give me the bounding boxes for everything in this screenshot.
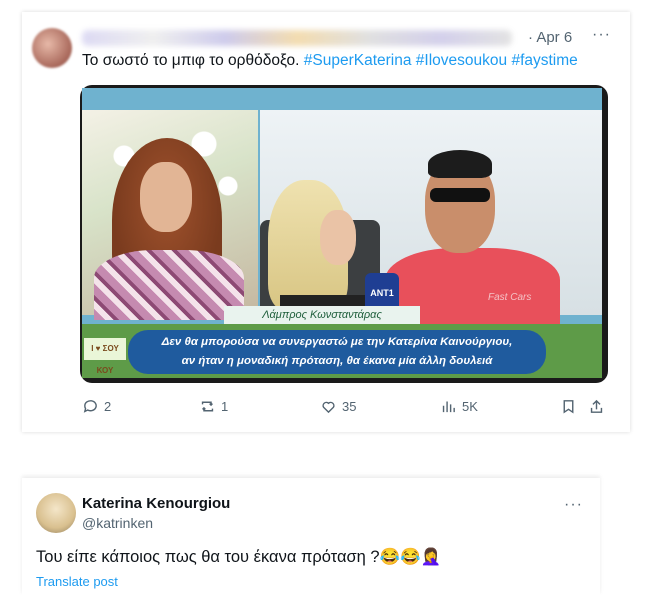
hashtag-faystime[interactable]: #faystime: [511, 52, 577, 69]
tweet-text: Το σωστό το μπιφ το ορθόδοξο. #SuperKate…: [82, 52, 578, 70]
reply-count: 2: [104, 399, 112, 414]
shirt-logo: Fast Cars: [488, 292, 532, 303]
interview-pane: Fast Cars ANT1: [260, 110, 602, 335]
more-options-icon[interactable]: ···: [564, 496, 583, 514]
tweet-actions: 2 1 35 5K: [82, 398, 612, 418]
tweet-date[interactable]: · Apr 6: [528, 29, 572, 46]
sunglasses: [430, 188, 490, 202]
more-options-icon[interactable]: ···: [592, 26, 611, 44]
user-handle[interactable]: @katrinken: [82, 515, 153, 531]
repost-count: 1: [221, 399, 229, 414]
caption-line-1: Δεν θα μπορούσα να συνεργαστώ με την Κατ…: [161, 336, 513, 348]
tweet-text: Του είπε κάποιος πως θα του έκανα πρότασ…: [36, 548, 442, 566]
display-name[interactable]: Katerina Kenourgiou: [82, 495, 230, 512]
views-icon: [442, 401, 455, 413]
share-icon: [590, 399, 603, 413]
presenter-outfit: [94, 250, 244, 320]
caption-line-2: αν ήταν η μοναδική πρόταση, θα έκανα μία…: [181, 355, 493, 367]
like-button[interactable]: 35: [320, 398, 356, 415]
views-button[interactable]: 5K: [440, 398, 478, 415]
reporter-face: [320, 210, 356, 265]
share-button[interactable]: [588, 398, 605, 415]
heart-icon: [322, 401, 335, 414]
avatar[interactable]: [36, 493, 76, 533]
video-caption: Δεν θα μπορούσα να συνεργαστώ με την Κατ…: [128, 330, 546, 374]
views-count: 5K: [462, 399, 478, 414]
repost-button[interactable]: 1: [199, 398, 228, 415]
repost-icon: [201, 401, 214, 412]
bookmark-icon: [563, 400, 574, 414]
interviewee-hair: [428, 150, 492, 178]
reply-icon: [83, 400, 97, 413]
blurred-username: [82, 30, 512, 46]
like-count: 35: [342, 399, 357, 414]
video-frame[interactable]: Fast Cars ANT1 Λάμπρος Κωνσταντάρας I ♥ …: [82, 88, 602, 378]
bookmark-button[interactable]: [560, 398, 577, 415]
name-plate: Λάμπρος Κωνσταντάρας: [224, 306, 420, 324]
hashtag-superkaterina[interactable]: #SuperKaterina: [304, 52, 412, 69]
reply-button[interactable]: 2: [82, 398, 111, 415]
avatar[interactable]: [32, 28, 72, 68]
show-logo: I ♥ ΣΟΥ ΚΟΥ: [84, 338, 126, 375]
hashtag-ilovesoukou[interactable]: #Ilovesoukou: [416, 52, 507, 69]
translate-post-link[interactable]: Translate post: [36, 574, 118, 589]
tweet-body: Το σωστό το μπιφ το ορθόδοξο.: [82, 52, 300, 69]
presenter-face: [140, 162, 192, 232]
studio-pane: [82, 110, 258, 320]
